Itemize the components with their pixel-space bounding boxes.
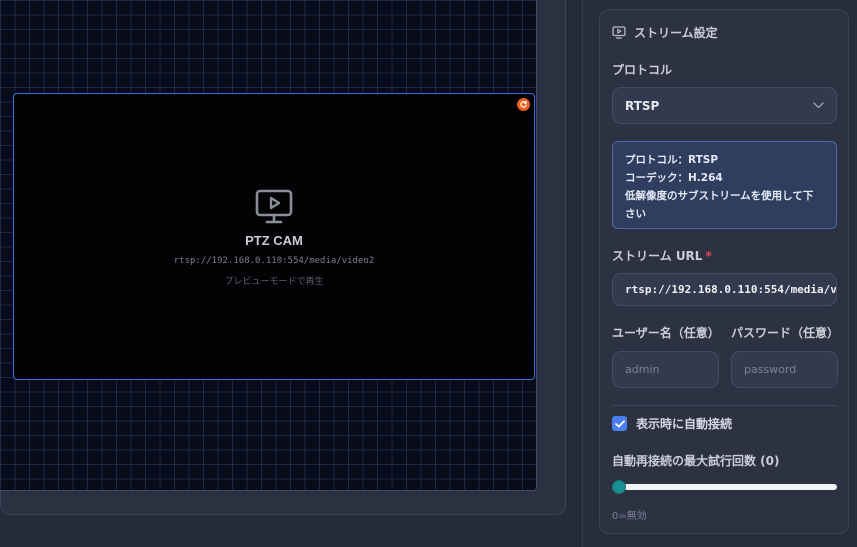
stream-url-label: ストリーム URL * xyxy=(612,247,712,264)
protocol-select[interactable]: RTSP xyxy=(612,87,837,124)
required-mark: * xyxy=(705,249,712,263)
monitor-play-icon xyxy=(612,26,626,39)
panel-title: ストリーム設定 xyxy=(634,26,718,40)
max-retry-hint: 0=無効 xyxy=(612,511,647,522)
camera-name: PTZ CAM xyxy=(245,233,303,248)
auto-connect-checkbox[interactable] xyxy=(612,416,627,431)
preview-placeholder: PTZ CAM rtsp://192.168.0.110:554/media/v… xyxy=(14,189,534,287)
section-divider xyxy=(612,405,837,406)
info-line-protocol: プロトコル：RTSP xyxy=(625,154,719,166)
camera-stream-url: rtsp://192.168.0.110:554/media/video2 xyxy=(173,256,375,266)
protocol-selected-value: RTSP xyxy=(625,98,660,113)
camera-preview-tile[interactable]: PTZ CAM rtsp://192.168.0.110:554/media/v… xyxy=(13,93,535,380)
preview-mode-hint: プレビューモードで再生 xyxy=(224,277,324,287)
username-input[interactable]: admin xyxy=(612,351,719,388)
chevron-down-icon xyxy=(813,102,824,109)
refresh-icon[interactable] xyxy=(517,98,530,111)
info-line-codec: コーデック：H.264 xyxy=(625,172,723,184)
panel-header: ストリーム設定 xyxy=(612,24,718,41)
monitor-play-icon xyxy=(255,189,293,224)
stream-url-label-text: ストリーム URL xyxy=(612,249,703,263)
protocol-info-box: プロトコル：RTSP コーデック：H.264 低解像度のサブストリームを使用して… xyxy=(612,141,837,229)
max-retry-slider[interactable] xyxy=(612,480,837,494)
password-label: パスワード（任意） xyxy=(731,326,840,340)
slider-track xyxy=(612,484,837,490)
slider-thumb[interactable] xyxy=(612,480,626,494)
protocol-label: プロトコル xyxy=(612,63,673,77)
stream-url-input[interactable]: rtsp://192.168.0.110:554/media/video2 xyxy=(612,273,837,306)
password-placeholder: password xyxy=(744,363,797,376)
check-icon xyxy=(614,419,625,427)
username-label: ユーザー名（任意） xyxy=(612,326,720,340)
max-retry-label: 自動再接続の最大試行回数 (0) xyxy=(612,454,780,468)
password-input[interactable]: password xyxy=(731,351,838,388)
stream-settings-panel: ストリーム設定 プロトコル RTSP プロトコル：RTSP コーデック：H.26… xyxy=(599,9,849,534)
info-line-advice: 低解像度のサブストリームを使用して下 xyxy=(625,190,814,202)
info-line-advice-cont: さい xyxy=(625,208,646,220)
auto-connect-label: 表示時に自動接続 xyxy=(636,417,733,431)
auto-connect-option[interactable]: 表示時に自動接続 xyxy=(612,415,732,432)
username-placeholder: admin xyxy=(625,363,660,376)
